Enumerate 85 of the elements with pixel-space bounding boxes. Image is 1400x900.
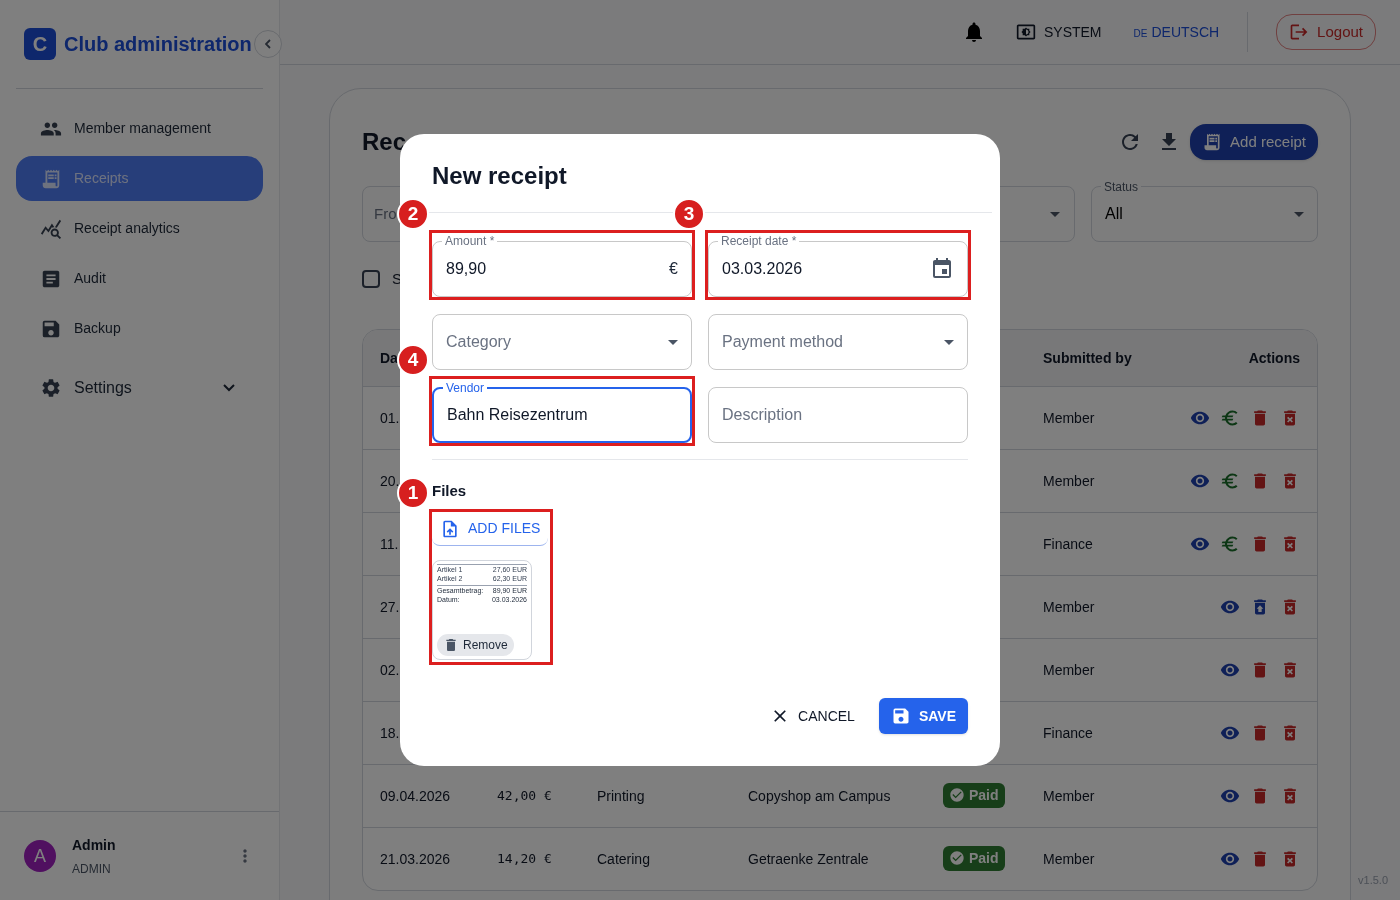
table-cell-text: 20.: [380, 471, 400, 491]
user-avatar: A: [24, 840, 56, 872]
logout-button[interactable]: Logout: [1276, 14, 1376, 50]
chart-search-icon: [40, 217, 62, 240]
user-role: ADMIN: [72, 860, 112, 878]
field-label: Description: [722, 405, 804, 425]
table-cell-text: Member: [1043, 786, 1095, 806]
nav-item[interactable]: Settings: [16, 365, 263, 410]
callout-number: 1: [397, 477, 429, 509]
table-cell-text: Member: [1043, 471, 1095, 491]
theme-button[interactable]: SYSTEM: [1015, 21, 1102, 43]
logo: C: [24, 28, 56, 60]
dropdown-caret-icon: [1050, 211, 1060, 217]
receipt-icon: [1202, 132, 1223, 152]
field-value: All: [1105, 204, 1124, 224]
table-cell-text: Printing: [597, 786, 645, 806]
table-cell-text: Getraenke Zentrale: [748, 849, 869, 869]
nav-item[interactable]: Member management: [16, 106, 263, 151]
euro-icon[interactable]: [1220, 534, 1240, 554]
check-icon: [949, 850, 965, 867]
cancel-button[interactable]: CANCEL: [770, 698, 855, 734]
table-cell-text: 21.03.2026: [380, 849, 451, 869]
trash-icon: [443, 637, 459, 653]
section-label: Files: [432, 482, 467, 499]
check-icon: [949, 787, 965, 804]
table-cell-text: Catering: [597, 849, 650, 869]
calendar-icon[interactable]: [930, 257, 954, 281]
language-code: DE: [1133, 26, 1148, 41]
table-cell-text: Finance: [1043, 723, 1093, 743]
table-cell-text: 11.: [380, 534, 399, 554]
column-header: Submitted by: [1043, 348, 1132, 368]
logout-icon: [1289, 22, 1310, 42]
brightness-icon: [1015, 22, 1036, 42]
table-cell-text: Member: [1043, 849, 1095, 869]
field-label: Fro: [374, 203, 397, 224]
user-name: Admin: [72, 835, 117, 855]
dropdown-caret-icon: [1294, 211, 1304, 217]
receipt-icon: [40, 167, 62, 190]
page-title: Rec: [362, 127, 408, 157]
file-upload-icon: [440, 518, 460, 539]
euro-icon[interactable]: [1220, 408, 1240, 428]
status-badge: Paid: [943, 845, 1005, 871]
save-button[interactable]: SAVE: [878, 698, 968, 734]
table-cell-text: Copyshop am Campus: [748, 786, 891, 806]
language-button[interactable]: DE DEUTSCH: [1133, 21, 1220, 43]
field-value: Bahn Reisezentrum: [447, 405, 589, 425]
euro-icon[interactable]: [1220, 471, 1240, 491]
field-value: 89,90: [446, 259, 488, 279]
table-cell-text: Finance: [1043, 534, 1093, 554]
table-cell-text: 02.: [380, 660, 400, 680]
unit-label: €: [669, 259, 678, 279]
chevron-down-icon: [223, 383, 235, 392]
table-cell-text: 18.: [380, 723, 400, 743]
callout-number: 2: [397, 198, 429, 230]
column-header: Da: [380, 348, 398, 368]
dialog-title: New receipt: [432, 162, 567, 189]
table-cell-text: Member: [1043, 408, 1095, 428]
table-cell-text: Member: [1043, 660, 1095, 680]
settings-icon: [40, 376, 62, 399]
table-cell-text: 27.: [380, 597, 400, 617]
add-files-button[interactable]: ADD FILES: [432, 512, 549, 546]
field-label: Payment method: [722, 332, 844, 352]
table-cell-text: 01.: [380, 408, 400, 428]
callout-number: 3: [673, 198, 705, 230]
status-badge: Paid: [943, 782, 1005, 808]
table-cell-text: 09.04.2026: [380, 786, 451, 806]
table-cell-text: 14,20 €: [497, 850, 552, 869]
remove-button[interactable]: Remove: [437, 634, 514, 656]
callout-number: 4: [397, 344, 429, 376]
checkbox[interactable]: [362, 270, 380, 288]
field-value: 03.03.2026: [722, 259, 804, 279]
column-header: Actions: [1248, 348, 1300, 368]
app-title: Club administration: [64, 32, 252, 57]
language-label: DEUTSCH: [1151, 22, 1220, 42]
field-label: Category: [446, 332, 512, 352]
field-label: Receipt date *: [718, 233, 800, 249]
nav-item[interactable]: Audit: [16, 256, 263, 301]
table-cell-text: 42,00 €: [497, 787, 552, 806]
chevron-left-icon: [265, 39, 271, 49]
nav-item[interactable]: Receipt analytics: [16, 206, 263, 251]
nav-item[interactable]: Backup: [16, 306, 263, 351]
table-cell-text: Member: [1043, 597, 1095, 617]
dropdown-caret-icon: [668, 339, 678, 345]
dropdown-caret-icon: [944, 339, 954, 345]
add-receipt-button[interactable]: Add receipt: [1190, 124, 1318, 160]
